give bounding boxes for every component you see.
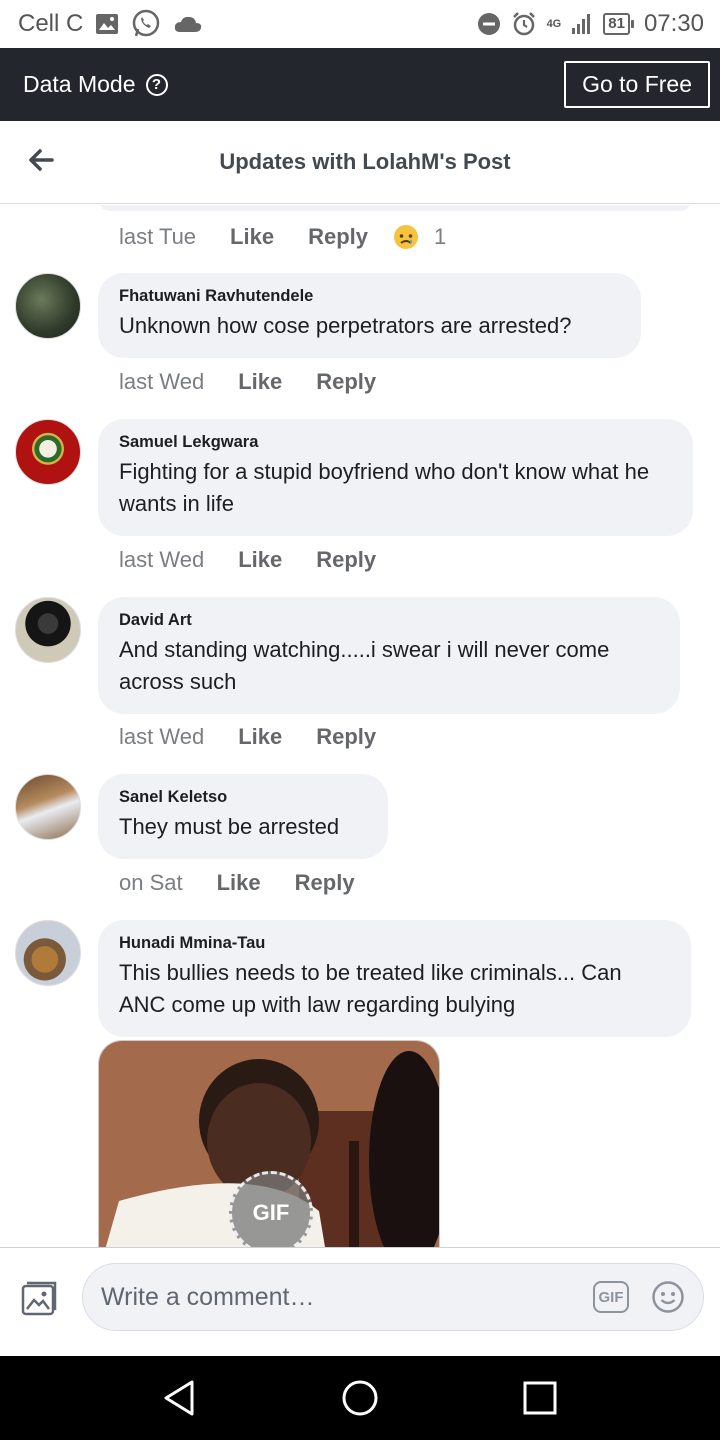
reply-button[interactable]: Reply	[316, 547, 376, 573]
page-title: Updates with LolahM's Post	[219, 149, 511, 174]
commenter-name[interactable]: David Art	[119, 611, 658, 630]
commenter-name[interactable]: Hunadi Mmina-Tau	[119, 934, 669, 953]
comment-text: This bullies needs to be treated like cr…	[119, 960, 622, 1017]
whatsapp-icon	[131, 9, 161, 39]
comments-feed[interactable]: last Tue Like Reply 1 Fhatuwani Ravhuten…	[0, 205, 720, 1247]
system-nav-bar	[0, 1356, 720, 1440]
gif-attachment[interactable]: GIF	[98, 1040, 440, 1247]
like-button[interactable]: Like	[238, 547, 282, 573]
comment-meta-row: last Wed Like Reply	[119, 724, 410, 750]
data-mode-bar: Data Mode ? Go to Free	[0, 48, 720, 121]
comment-text: And standing watching.....i swear i will…	[119, 637, 610, 694]
reaction-summary[interactable]: 1	[392, 223, 446, 251]
data-mode-label: Data Mode	[23, 71, 136, 97]
commenter-name[interactable]: Sanel Keletso	[119, 788, 366, 807]
avatar[interactable]	[15, 419, 81, 485]
reply-button[interactable]: Reply	[316, 724, 376, 750]
like-button[interactable]: Like	[230, 224, 274, 250]
alarm-icon	[511, 11, 537, 37]
comment-meta-row: last Wed Like Reply	[119, 369, 410, 395]
back-nav-icon[interactable]	[160, 1378, 200, 1418]
avatar[interactable]	[15, 774, 81, 840]
previous-comment-bubble	[98, 205, 692, 211]
comment-input[interactable]: Write a comment…	[101, 1283, 593, 1312]
like-button[interactable]: Like	[238, 369, 282, 395]
like-button[interactable]: Like	[238, 724, 282, 750]
comment-bubble: David Art And standing watching.....i sw…	[98, 597, 680, 714]
comment-meta-row: on Sat Like Reply	[119, 870, 389, 896]
comment-bubble: Samuel Lekgwara Fighting for a stupid bo…	[98, 419, 693, 536]
comment-meta-row: last Tue Like Reply 1	[119, 223, 446, 251]
emoji-icon[interactable]	[651, 1280, 685, 1314]
reaction-count: 1	[434, 224, 447, 249]
comment-time: last Wed	[119, 369, 205, 394]
comment-input-field[interactable]: Write a comment… GIF	[82, 1263, 704, 1331]
carrier-label: Cell C	[18, 10, 84, 37]
commenter-name[interactable]: Fhatuwani Ravhutendele	[119, 287, 619, 306]
help-icon[interactable]: ?	[145, 73, 168, 96]
recents-nav-icon[interactable]	[520, 1378, 560, 1418]
comment-meta-row: last Wed Like Reply	[119, 547, 410, 573]
like-button[interactable]: Like	[217, 870, 261, 896]
battery-level: 81	[603, 13, 630, 35]
image-icon	[95, 13, 119, 35]
comment-text: Fighting for a stupid boyfriend who don'…	[119, 459, 650, 516]
comment-time: last Tue	[119, 224, 197, 249]
comment-bubble: Sanel Keletso They must be arrested	[98, 774, 388, 859]
clock: 07:30	[643, 10, 704, 37]
back-arrow-icon[interactable]	[26, 145, 56, 175]
comment-text: They must be arrested	[119, 814, 340, 839]
status-bar: Cell C 4G 81 07:30	[0, 0, 720, 48]
comment-bubble: Fhatuwani Ravhutendele Unknown how cose …	[98, 273, 641, 358]
gif-play-badge[interactable]: GIF	[229, 1171, 313, 1247]
avatar[interactable]	[15, 273, 81, 339]
signal-icon	[571, 13, 593, 35]
reply-button[interactable]: Reply	[308, 224, 368, 250]
photo-icon[interactable]	[20, 1280, 58, 1318]
do-not-disturb-icon	[477, 12, 501, 36]
page-header: Updates with LolahM's Post	[0, 121, 720, 204]
gif-button[interactable]: GIF	[593, 1281, 629, 1313]
network-type-label: 4G	[546, 18, 562, 30]
reply-button[interactable]: Reply	[295, 870, 355, 896]
battery-icon: 81	[603, 13, 634, 35]
home-nav-icon[interactable]	[340, 1378, 380, 1418]
comment-time: last Wed	[119, 724, 205, 749]
avatar[interactable]	[15, 597, 81, 663]
cloud-icon	[173, 14, 203, 34]
comment-text: Unknown how cose perpetrators are arrest…	[119, 313, 572, 338]
comment-composer: Write a comment… GIF	[0, 1247, 720, 1356]
sad-reaction-icon	[394, 225, 418, 249]
comment-time: last Wed	[119, 547, 205, 572]
avatar[interactable]	[15, 920, 81, 986]
reply-button[interactable]: Reply	[316, 369, 376, 395]
go-to-free-button[interactable]: Go to Free	[564, 61, 710, 108]
comment-bubble: Hunadi Mmina-Tau This bullies needs to b…	[98, 920, 691, 1037]
commenter-name[interactable]: Samuel Lekgwara	[119, 433, 671, 452]
comment-time: on Sat	[119, 870, 183, 895]
